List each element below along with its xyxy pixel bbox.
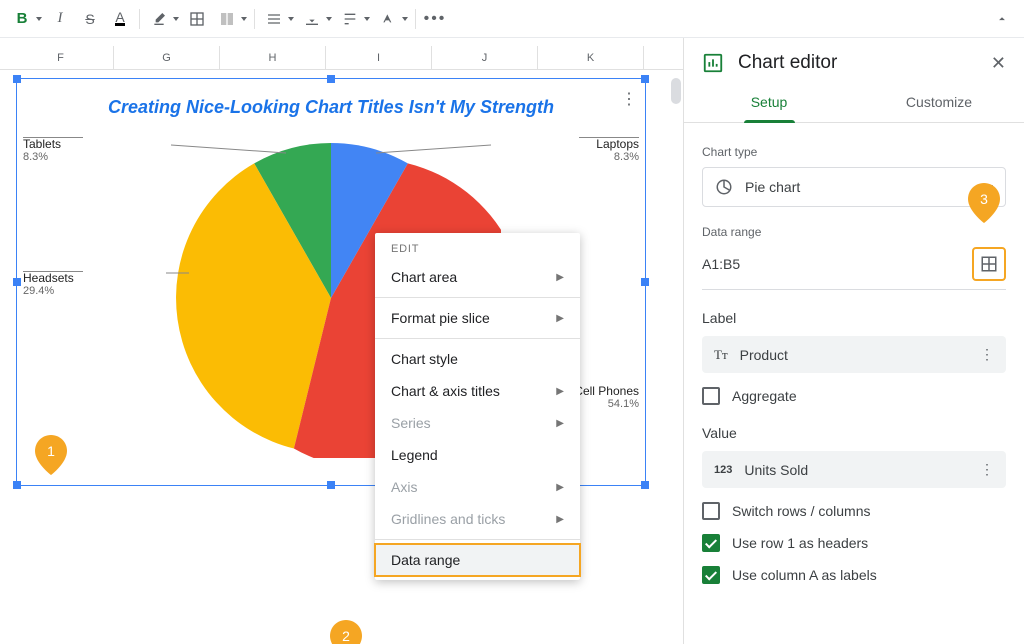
column-header[interactable]: F xyxy=(8,46,114,69)
sidebar-tabs: Setup Customize xyxy=(684,84,1024,123)
slice-label-headsets: Headsets29.4% xyxy=(23,271,83,272)
data-range-input[interactable] xyxy=(702,252,962,276)
ctx-gridlines: Gridlines and ticks▶ xyxy=(375,503,580,535)
strikethrough-button[interactable]: S xyxy=(76,5,104,33)
vertical-scrollbar[interactable] xyxy=(671,78,681,104)
ctx-axis: Axis▶ xyxy=(375,471,580,503)
callout-1: 1 xyxy=(35,435,67,475)
text-color-button[interactable]: A xyxy=(106,5,134,33)
ctx-chart-axis-titles[interactable]: Chart & axis titles▶ xyxy=(375,375,580,407)
column-header[interactable]: J xyxy=(432,46,538,69)
more-toolbar-button[interactable]: ••• xyxy=(421,5,449,33)
switch-rows-columns-checkbox[interactable]: Switch rows / columns xyxy=(702,502,1006,520)
chart-type-select[interactable]: Pie chart xyxy=(702,167,1006,207)
text-rotation-button[interactable] xyxy=(374,5,402,33)
resize-handle[interactable] xyxy=(327,481,335,489)
use-colA-labels-checkbox[interactable]: Use column A as labels xyxy=(702,566,1006,584)
ctx-chart-area[interactable]: Chart area▶ xyxy=(375,261,580,293)
italic-button[interactable]: I xyxy=(46,5,74,33)
resize-handle[interactable] xyxy=(641,481,649,489)
column-header[interactable]: H xyxy=(220,46,326,69)
resize-handle[interactable] xyxy=(13,481,21,489)
callout-2: 2 xyxy=(330,620,362,644)
chart-editor-panel: Chart editor ✕ Setup Customize Chart typ… xyxy=(684,38,1024,644)
spreadsheet-area: F G H I J K ⋮ Creating Nice-Looking Char… xyxy=(0,38,684,644)
chart-icon xyxy=(702,52,724,74)
column-header[interactable]: G xyxy=(114,46,220,69)
value-section-head: Value xyxy=(702,425,1006,441)
tab-setup[interactable]: Setup xyxy=(684,84,854,122)
resize-handle[interactable] xyxy=(13,75,21,83)
value-field[interactable]: 123 Units Sold ⋮ xyxy=(702,451,1006,488)
label-section-head: Label xyxy=(702,310,1006,326)
text-type-icon: Tᴛ xyxy=(714,347,728,363)
ctx-chart-style[interactable]: Chart style xyxy=(375,343,580,375)
borders-button[interactable] xyxy=(183,5,211,33)
close-icon[interactable]: ✕ xyxy=(991,53,1006,74)
ctx-series: Series▶ xyxy=(375,407,580,439)
label-field[interactable]: Tᴛ Product ⋮ xyxy=(702,336,1006,373)
ctx-format-pie-slice[interactable]: Format pie slice▶ xyxy=(375,302,580,334)
fill-color-button[interactable] xyxy=(145,5,173,33)
chart-type-label: Chart type xyxy=(702,145,1006,159)
callout-3: 3 xyxy=(968,183,1000,223)
resize-handle[interactable] xyxy=(641,278,649,286)
select-range-button[interactable] xyxy=(972,247,1006,281)
bold-button[interactable]: B xyxy=(8,5,36,33)
column-headers: F G H I J K xyxy=(0,46,683,70)
slice-label-cellphones: Cell Phones54.1% xyxy=(574,384,639,410)
ctx-header: EDIT xyxy=(375,233,580,261)
tab-customize[interactable]: Customize xyxy=(854,84,1024,122)
chart-context-menu: EDIT Chart area▶ Format pie slice▶ Chart… xyxy=(375,233,580,580)
column-header[interactable]: I xyxy=(326,46,432,69)
h-align-button[interactable] xyxy=(260,5,288,33)
sidebar-title: Chart editor xyxy=(738,52,977,74)
data-range-label: Data range xyxy=(702,225,1006,239)
resize-handle[interactable] xyxy=(641,75,649,83)
number-type-icon: 123 xyxy=(714,464,732,476)
chart-menu-icon[interactable]: ⋮ xyxy=(621,89,637,109)
aggregate-checkbox[interactable]: Aggregate xyxy=(702,387,1006,405)
formatting-toolbar: B I S A ••• xyxy=(0,0,1024,38)
v-align-button[interactable] xyxy=(298,5,326,33)
pie-icon xyxy=(715,178,733,196)
merge-cells-button[interactable] xyxy=(213,5,241,33)
slice-label-laptops: Laptops8.3% xyxy=(579,137,639,138)
resize-handle[interactable] xyxy=(13,278,21,286)
collapse-toolbar-icon[interactable] xyxy=(988,5,1016,33)
ctx-legend[interactable]: Legend xyxy=(375,439,580,471)
chart-title[interactable]: Creating Nice-Looking Chart Titles Isn't… xyxy=(17,79,645,128)
label-more-icon[interactable]: ⋮ xyxy=(980,346,994,363)
value-more-icon[interactable]: ⋮ xyxy=(980,461,994,478)
ctx-data-range[interactable]: Data range xyxy=(375,544,580,576)
text-wrap-button[interactable] xyxy=(336,5,364,33)
slice-label-tablets: Tablets8.3% xyxy=(23,137,83,138)
use-row1-headers-checkbox[interactable]: Use row 1 as headers xyxy=(702,534,1006,552)
resize-handle[interactable] xyxy=(327,75,335,83)
column-header[interactable]: K xyxy=(538,46,644,69)
